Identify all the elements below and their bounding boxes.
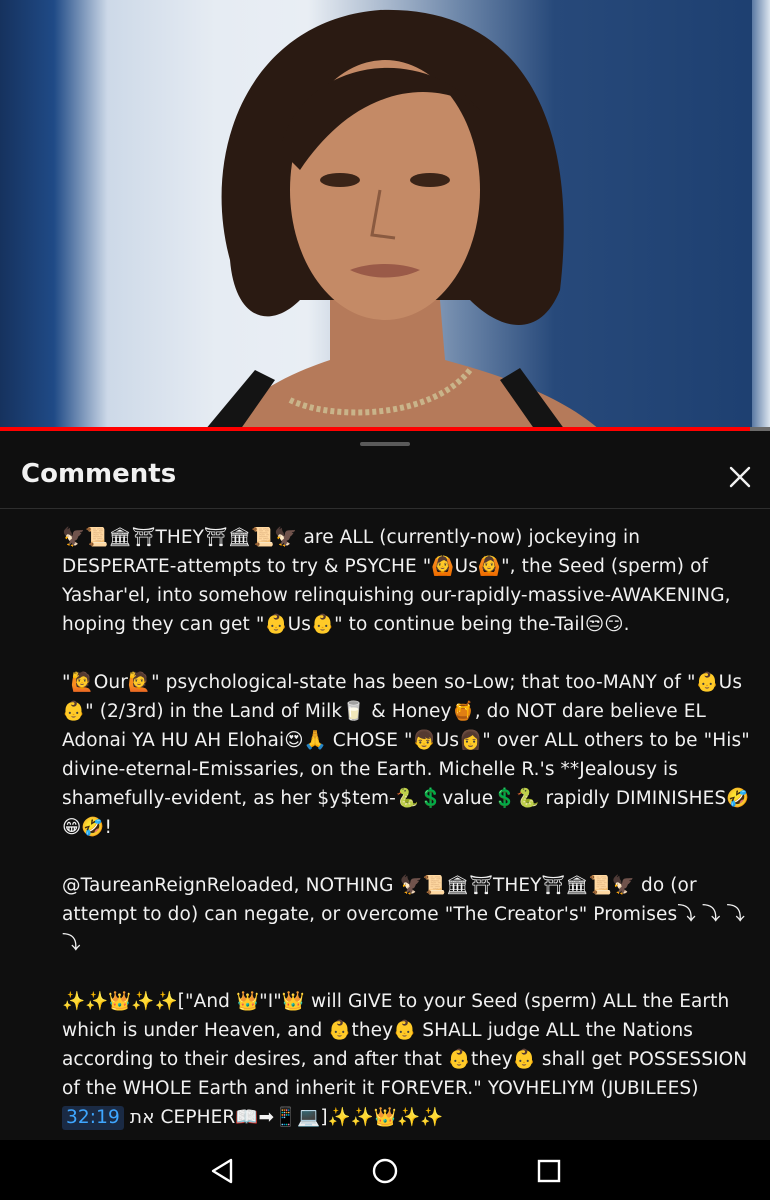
header-divider — [0, 508, 770, 509]
comment-paragraph-2: "🙋Our🙋" psychological-state has been so-… — [62, 672, 750, 838]
recents-icon[interactable] — [532, 1154, 566, 1188]
system-navigation-bar — [0, 1140, 770, 1200]
video-edge — [752, 0, 770, 430]
comment-paragraph-4-text: ✨✨👑✨✨["And 👑"I"👑 will GIVE to your Seed … — [62, 991, 748, 1099]
home-icon[interactable] — [368, 1154, 402, 1188]
comments-sheet: Comments 🦅📜🏛⛩THEY⛩🏛📜🦅 are ALL (currently… — [0, 431, 770, 1140]
comment-paragraph-4-tail: את CEPHER📖➡📱💻]✨✨👑✨✨ — [123, 1107, 444, 1128]
timestamp-link[interactable]: 32:19 — [62, 1106, 124, 1130]
close-icon[interactable] — [722, 459, 758, 495]
back-icon[interactable] — [205, 1154, 239, 1188]
video-frame — [205, 9, 600, 430]
comment-body: 🦅📜🏛⛩THEY⛩🏛📜🦅 are ALL (currently-now) joc… — [62, 523, 752, 1161]
comment-paragraph-4: ✨✨👑✨✨["And 👑"I"👑 will GIVE to your Seed … — [62, 987, 752, 1132]
comments-title: Comments — [21, 459, 177, 489]
drag-handle[interactable] — [360, 442, 410, 446]
comment-paragraph-3: @TaureanReignReloaded, NOTHING 🦅📜🏛⛩THEY⛩… — [62, 875, 746, 954]
comment-paragraph-1: 🦅📜🏛⛩THEY⛩🏛📜🦅 are ALL (currently-now) joc… — [62, 527, 731, 635]
video-player[interactable] — [0, 0, 770, 430]
